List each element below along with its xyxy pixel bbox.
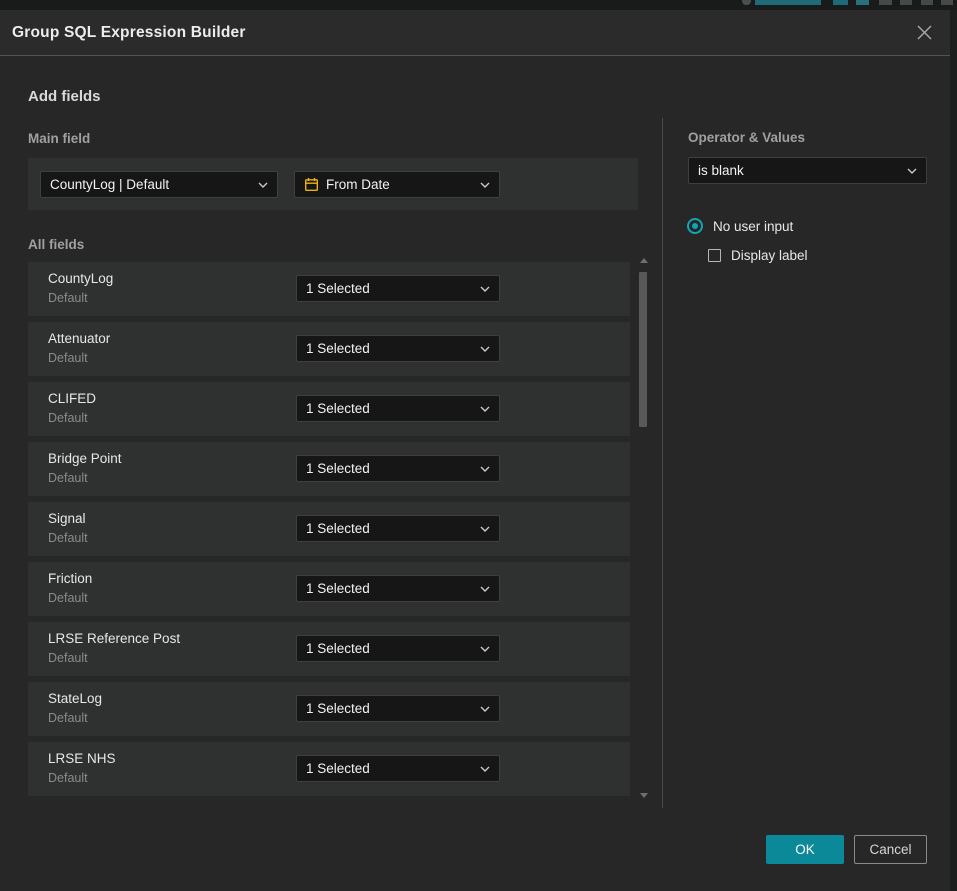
field-subtitle: Default xyxy=(48,351,88,365)
field-subtitle: Default xyxy=(48,711,88,725)
selected-count-label: 1 Selected xyxy=(306,461,473,476)
display-label-checkbox[interactable]: Display label xyxy=(708,248,808,263)
chevron-down-icon xyxy=(480,406,490,412)
field-row: CountyLog Default 1 Selected xyxy=(28,262,630,316)
field-name: StateLog xyxy=(48,691,102,706)
field-row: Bridge Point Default 1 Selected xyxy=(28,442,630,496)
background-fragment xyxy=(900,0,912,5)
cancel-button[interactable]: Cancel xyxy=(854,835,927,864)
list-scrollbar[interactable] xyxy=(639,256,648,800)
main-field-source-value: CountyLog | Default xyxy=(50,177,251,192)
chevron-down-icon xyxy=(480,586,490,592)
ok-button[interactable]: OK xyxy=(766,835,844,864)
main-field-source-dropdown[interactable]: CountyLog | Default xyxy=(40,171,278,198)
field-row: CLIFED Default 1 Selected xyxy=(28,382,630,436)
field-row: Signal Default 1 Selected xyxy=(28,502,630,556)
no-user-input-radio[interactable]: No user input xyxy=(687,218,793,234)
selected-count-label: 1 Selected xyxy=(306,641,473,656)
display-label-label: Display label xyxy=(731,248,808,263)
selected-count-dropdown[interactable]: 1 Selected xyxy=(296,455,500,482)
field-subtitle: Default xyxy=(48,531,88,545)
field-subtitle: Default xyxy=(48,591,88,605)
main-field-date-dropdown[interactable]: From Date xyxy=(294,171,500,198)
selected-count-dropdown[interactable]: 1 Selected xyxy=(296,515,500,542)
no-user-input-label: No user input xyxy=(713,219,793,234)
background-app-remnant xyxy=(0,0,957,10)
scroll-up-icon[interactable] xyxy=(640,258,648,263)
field-name: CLIFED xyxy=(48,391,96,406)
selected-count-dropdown[interactable]: 1 Selected xyxy=(296,635,500,662)
field-row: Friction Default 1 Selected xyxy=(28,562,630,616)
field-name: Bridge Point xyxy=(48,451,122,466)
field-subtitle: Default xyxy=(48,471,88,485)
selected-count-dropdown[interactable]: 1 Selected xyxy=(296,275,500,302)
dialog-title: Group SQL Expression Builder xyxy=(12,24,246,42)
background-fragment xyxy=(755,0,821,5)
radio-selected-icon[interactable] xyxy=(687,218,703,234)
field-row: LRSE Reference Post Default 1 Selected xyxy=(28,622,630,676)
selected-count-dropdown[interactable]: 1 Selected xyxy=(296,575,500,602)
chevron-down-icon xyxy=(258,182,268,188)
field-subtitle: Default xyxy=(48,651,88,665)
panel-divider xyxy=(662,118,663,808)
field-name: Signal xyxy=(48,511,86,526)
background-fragment xyxy=(742,0,751,5)
group-sql-expression-builder-dialog: Group SQL Expression Builder Add fields … xyxy=(0,10,950,891)
background-fragment xyxy=(941,0,953,5)
modal-backdrop xyxy=(950,10,957,891)
field-subtitle: Default xyxy=(48,291,88,305)
calendar-icon xyxy=(304,177,319,192)
chevron-down-icon xyxy=(480,346,490,352)
field-name: CountyLog xyxy=(48,271,113,286)
checkbox-unchecked-icon[interactable] xyxy=(708,249,721,262)
background-fragment xyxy=(921,0,933,5)
field-name: LRSE Reference Post xyxy=(48,631,180,646)
background-fragment xyxy=(879,0,892,5)
field-subtitle: Default xyxy=(48,411,88,425)
field-row: Attenuator Default 1 Selected xyxy=(28,322,630,376)
add-fields-heading: Add fields xyxy=(28,88,101,105)
operator-value: is blank xyxy=(698,163,900,178)
selected-count-label: 1 Selected xyxy=(306,701,473,716)
background-fragment xyxy=(856,0,869,5)
operator-values-heading: Operator & Values xyxy=(688,130,805,145)
chevron-down-icon xyxy=(480,182,490,188)
selected-count-label: 1 Selected xyxy=(306,401,473,416)
field-row: StateLog Default 1 Selected xyxy=(28,682,630,736)
selected-count-label: 1 Selected xyxy=(306,761,473,776)
selected-count-label: 1 Selected xyxy=(306,581,473,596)
scrollbar-thumb[interactable] xyxy=(639,272,647,427)
selected-count-label: 1 Selected xyxy=(306,521,473,536)
chevron-down-icon xyxy=(907,168,917,174)
dialog-titlebar: Group SQL Expression Builder xyxy=(0,10,950,56)
field-subtitle: Default xyxy=(48,771,88,785)
chevron-down-icon xyxy=(480,646,490,652)
scroll-down-icon[interactable] xyxy=(640,793,648,798)
selected-count-dropdown[interactable]: 1 Selected xyxy=(296,755,500,782)
selected-count-label: 1 Selected xyxy=(306,281,473,296)
chevron-down-icon xyxy=(480,526,490,532)
chevron-down-icon xyxy=(480,466,490,472)
field-name: LRSE NHS xyxy=(48,751,116,766)
chevron-down-icon xyxy=(480,286,490,292)
main-field-panel: CountyLog | Default From Date xyxy=(28,158,638,210)
chevron-down-icon xyxy=(480,706,490,712)
main-field-date-value: From Date xyxy=(326,177,473,192)
selected-count-dropdown[interactable]: 1 Selected xyxy=(296,335,500,362)
operator-dropdown[interactable]: is blank xyxy=(688,157,927,184)
all-fields-list: CountyLog Default 1 Selected Attenuator … xyxy=(28,262,630,802)
field-name: Friction xyxy=(48,571,92,586)
background-fragment xyxy=(833,0,848,5)
field-row: LRSE NHS Default 1 Selected xyxy=(28,742,630,796)
close-icon[interactable] xyxy=(914,23,934,43)
selected-count-dropdown[interactable]: 1 Selected xyxy=(296,695,500,722)
main-field-label: Main field xyxy=(28,131,90,146)
field-name: Attenuator xyxy=(48,331,110,346)
chevron-down-icon xyxy=(480,766,490,772)
all-fields-label: All fields xyxy=(28,237,84,252)
selected-count-label: 1 Selected xyxy=(306,341,473,356)
selected-count-dropdown[interactable]: 1 Selected xyxy=(296,395,500,422)
